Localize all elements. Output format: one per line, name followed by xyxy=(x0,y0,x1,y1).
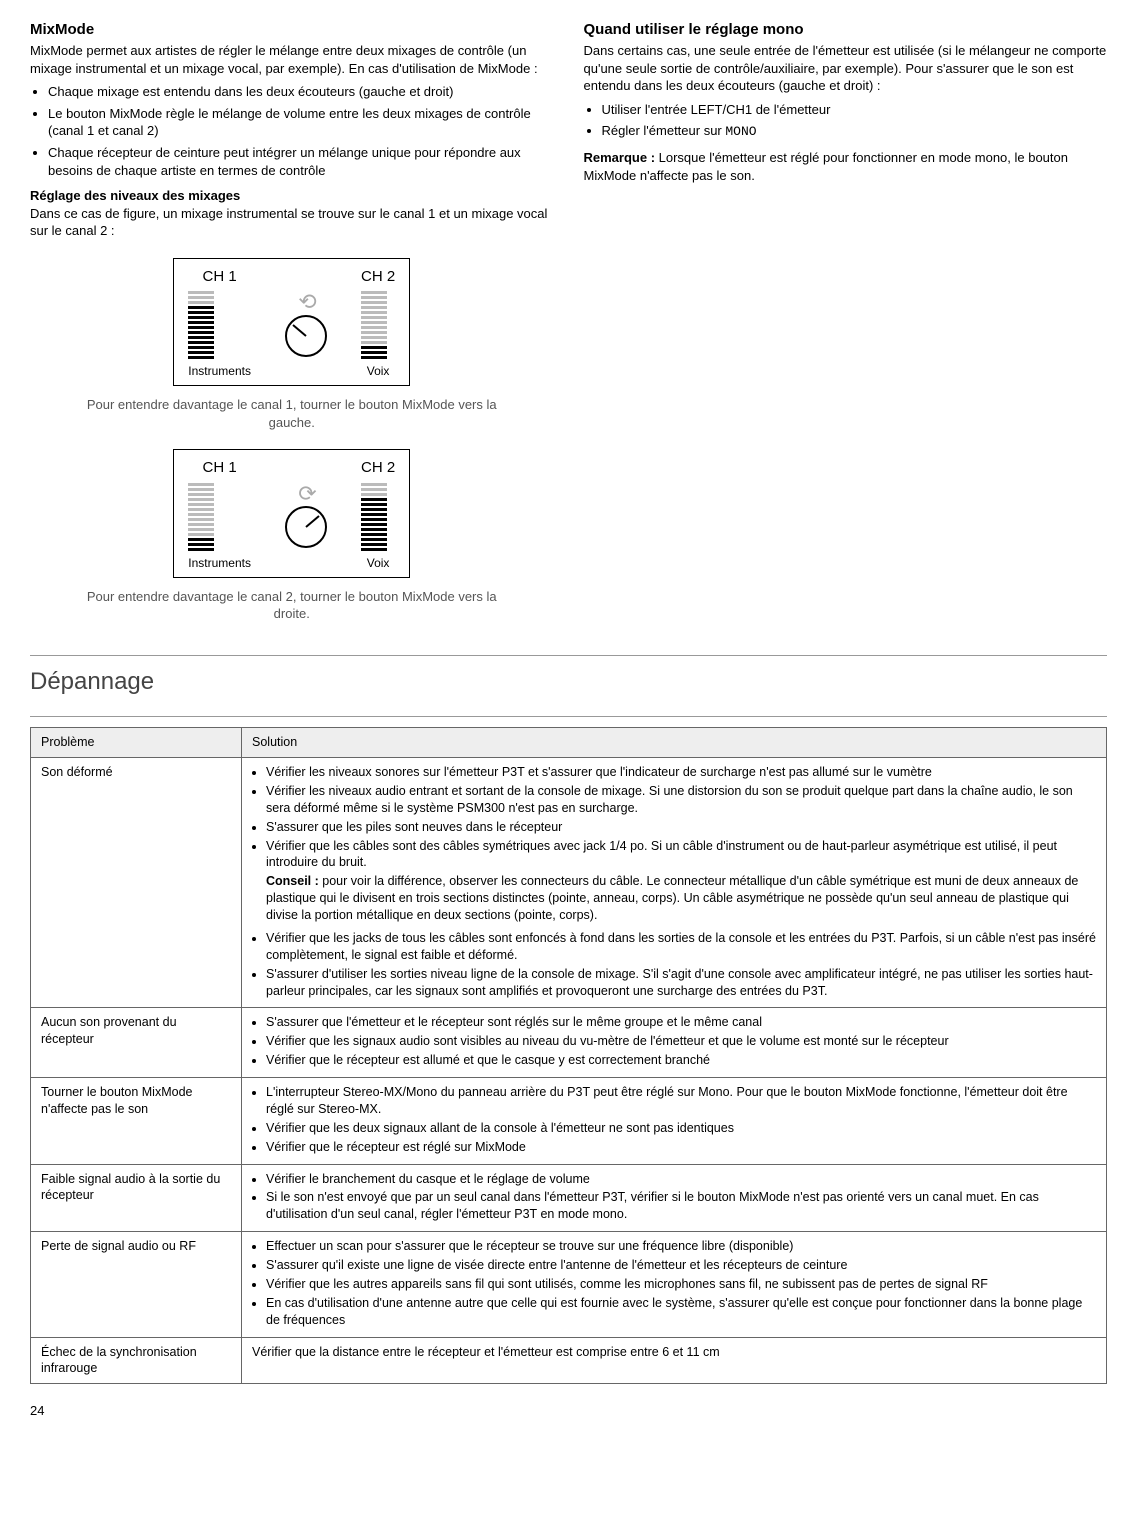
solution-cell: S'assurer que l'émetteur et le récepteur… xyxy=(242,1008,1107,1078)
meter-ch2 xyxy=(361,483,387,551)
problem-cell: Tourner le bouton MixMode n'affecte pas … xyxy=(31,1078,242,1165)
ch2-label: CH 2 xyxy=(361,267,395,287)
mono-note: Remarque : Lorsque l'émetteur est réglé … xyxy=(584,149,1108,184)
table-row: Échec de la synchronisation infrarougeVé… xyxy=(31,1337,1107,1384)
divider xyxy=(30,716,1107,717)
knob-icon xyxy=(283,504,329,550)
table-row: Son déforméVérifier les niveaux sonores … xyxy=(31,758,1107,1008)
levels-intro: Dans ce cas de figure, un mixage instrum… xyxy=(30,205,554,240)
problem-cell: Son déformé xyxy=(31,758,242,1008)
ch1-label: CH 1 xyxy=(188,267,251,287)
problem-cell: Échec de la synchronisation infrarouge xyxy=(31,1337,242,1384)
meter-ch1 xyxy=(188,291,214,359)
troubleshooting-table: Problème Solution Son déforméVérifier le… xyxy=(30,727,1107,1384)
mixmode-heading: MixMode xyxy=(30,20,554,40)
knob-icon xyxy=(283,313,329,359)
solution-cell: Effectuer un scan pour s'assurer que le … xyxy=(242,1232,1107,1337)
voix-label: Voix xyxy=(361,555,395,571)
problem-cell: Faible signal audio à la sortie du récep… xyxy=(31,1164,242,1232)
page-number: 24 xyxy=(30,1402,1107,1420)
col-solution: Solution xyxy=(242,728,1107,758)
solution-cell: Vérifier le branchement du casque et le … xyxy=(242,1164,1107,1232)
list-item: Chaque mixage est entendu dans les deux … xyxy=(48,83,554,101)
voix-label: Voix xyxy=(361,363,395,379)
divider xyxy=(30,655,1107,656)
mixmode-intro: MixMode permet aux artistes de régler le… xyxy=(30,42,554,77)
diagram-2: CH 1 Instruments ⟳ xyxy=(30,449,554,577)
diagram-1: CH 1 Instruments ⟲ xyxy=(30,258,554,386)
solution-cell: Vérifier les niveaux sonores sur l'émett… xyxy=(242,758,1107,1008)
ch2-label: CH 2 xyxy=(361,458,395,478)
solution-cell: Vérifier que la distance entre le récept… xyxy=(242,1337,1107,1384)
instr-label: Instruments xyxy=(188,363,251,379)
problem-cell: Perte de signal audio ou RF xyxy=(31,1232,242,1337)
mono-heading: Quand utiliser le réglage mono xyxy=(584,20,1108,40)
table-row: Faible signal audio à la sortie du récep… xyxy=(31,1164,1107,1232)
meter-ch2 xyxy=(361,291,387,359)
caption-1: Pour entendre davantage le canal 1, tour… xyxy=(70,396,514,431)
meter-ch1 xyxy=(188,483,214,551)
mono-intro: Dans certains cas, une seule entrée de l… xyxy=(584,42,1108,95)
list-item: Régler l'émetteur sur MONO xyxy=(602,122,1108,141)
problem-cell: Aucun son provenant du récepteur xyxy=(31,1008,242,1078)
mixmode-list: Chaque mixage est entendu dans les deux … xyxy=(30,83,554,179)
table-row: Perte de signal audio ou RFEffectuer un … xyxy=(31,1232,1107,1337)
list-item: Chaque récepteur de ceinture peut intégr… xyxy=(48,144,554,179)
caption-2: Pour entendre davantage le canal 2, tour… xyxy=(70,588,514,623)
col-problem: Problème xyxy=(31,728,242,758)
mono-list: Utiliser l'entrée LEFT/CH1 de l'émetteur… xyxy=(584,101,1108,141)
depannage-heading: Dépannage xyxy=(30,666,1107,698)
solution-cell: L'interrupteur Stereo-MX/Mono du panneau… xyxy=(242,1078,1107,1165)
instr-label: Instruments xyxy=(188,555,251,571)
list-item: Utiliser l'entrée LEFT/CH1 de l'émetteur xyxy=(602,101,1108,119)
ch1-label: CH 1 xyxy=(188,458,251,478)
list-item: Le bouton MixMode règle le mélange de vo… xyxy=(48,105,554,140)
levels-heading: Réglage des niveaux des mixages xyxy=(30,187,554,205)
table-row: Tourner le bouton MixMode n'affecte pas … xyxy=(31,1078,1107,1165)
table-row: Aucun son provenant du récepteurS'assure… xyxy=(31,1008,1107,1078)
